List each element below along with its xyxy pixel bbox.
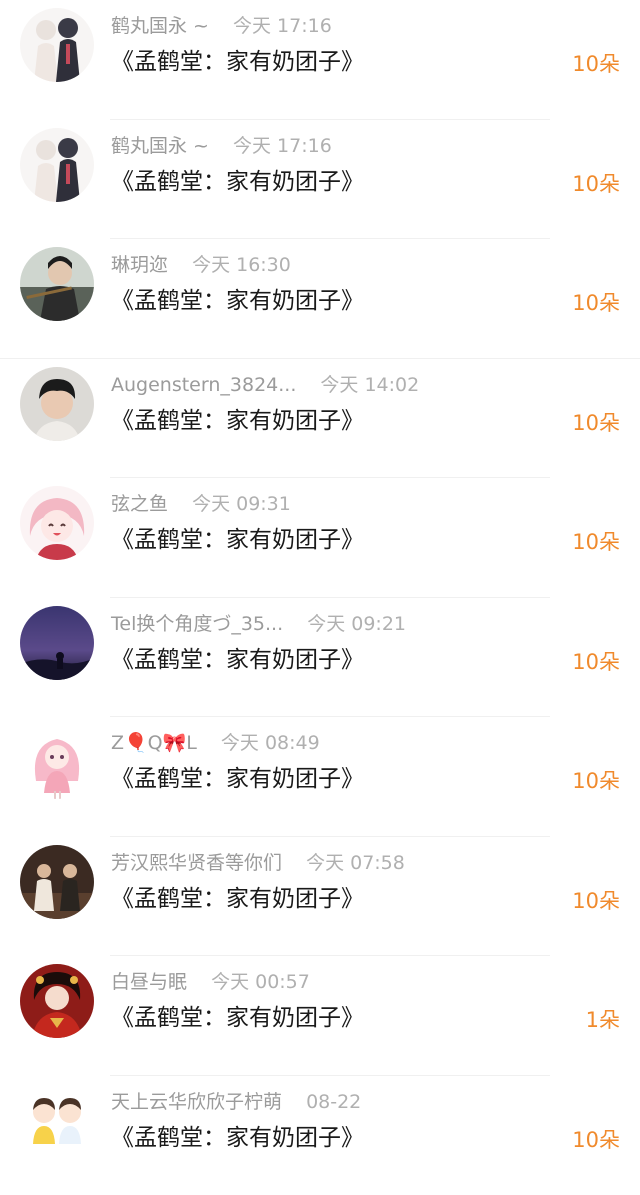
timestamp: 08-22 xyxy=(306,1088,361,1116)
list-item[interactable]: Tel换个角度づ_35... 今天 09:21 《孟鹤堂：家有奶团子》 10朵 xyxy=(0,598,640,718)
user-name[interactable]: 天上云华欣欣子柠萌 xyxy=(111,1088,282,1116)
flower-count: 10朵 xyxy=(572,885,620,917)
message-text[interactable]: 《孟鹤堂：家有奶团子》 xyxy=(111,1122,364,1154)
avatar[interactable] xyxy=(20,964,94,1038)
pink-anime-girl-avatar-icon xyxy=(20,486,94,560)
list-item[interactable]: Z🎈Q🎀L 今天 08:49 《孟鹤堂：家有奶团子》 10朵 xyxy=(0,717,640,837)
list-item[interactable]: 弦之鱼 今天 09:31 《孟鹤堂：家有奶团子》 10朵 xyxy=(0,478,640,598)
avatar[interactable] xyxy=(20,725,94,799)
flower-count: 10朵 xyxy=(572,48,620,80)
anime-duo-avatar-icon xyxy=(20,8,94,82)
list-item[interactable]: 天上云华欣欣子柠萌 08-22 《孟鹤堂：家有奶团子》 10朵 xyxy=(0,1076,640,1195)
user-name[interactable]: 鹤丸国永 ~ xyxy=(111,132,209,160)
timestamp: 今天 07:58 xyxy=(306,849,405,877)
boy-portrait-avatar-icon xyxy=(20,367,94,441)
avatar[interactable] xyxy=(20,247,94,321)
message-text[interactable]: 《孟鹤堂：家有奶团子》 xyxy=(111,644,364,676)
message-text[interactable]: 《孟鹤堂：家有奶团子》 xyxy=(111,405,364,437)
message-text[interactable]: 《孟鹤堂：家有奶团子》 xyxy=(111,285,364,317)
pink-chibi-avatar-icon xyxy=(20,725,94,799)
flower-count: 1朵 xyxy=(586,1004,620,1036)
user-name[interactable]: Z🎈Q🎀L xyxy=(111,729,197,757)
user-name[interactable]: 芳汉熙华贤香等你们 xyxy=(111,849,282,877)
user-name[interactable]: Tel换个角度づ_35... xyxy=(111,610,283,638)
user-name[interactable]: Augenstern_3824... xyxy=(111,371,296,399)
message-text[interactable]: 《孟鹤堂：家有奶团子》 xyxy=(111,524,364,556)
timestamp: 今天 17:16 xyxy=(233,12,332,40)
timestamp: 今天 00:57 xyxy=(211,968,310,996)
anime-duo-avatar-icon xyxy=(20,128,94,202)
list-item[interactable]: 鹤丸国永 ~ 今天 17:16 《孟鹤堂：家有奶团子》 10朵 xyxy=(0,120,640,240)
list-item[interactable]: 鹤丸国永 ~ 今天 17:16 《孟鹤堂：家有奶团子》 10朵 xyxy=(0,0,640,120)
timestamp: 今天 08:49 xyxy=(221,729,320,757)
flute-player-avatar-icon xyxy=(20,247,94,321)
cartoon-kids-avatar-icon xyxy=(20,1084,94,1158)
flower-count: 10朵 xyxy=(572,168,620,200)
gift-list: 鹤丸国永 ~ 今天 17:16 《孟鹤堂：家有奶团子》 10朵 鹤丸国永 ~ 今… xyxy=(0,0,640,1195)
list-item[interactable]: 白昼与眠 今天 00:57 《孟鹤堂：家有奶团子》 1朵 xyxy=(0,956,640,1076)
avatar[interactable] xyxy=(20,8,94,82)
flower-count: 10朵 xyxy=(572,407,620,439)
list-item[interactable]: 琳玥迩 今天 16:30 《孟鹤堂：家有奶团子》 10朵 xyxy=(0,239,640,359)
timestamp: 今天 14:02 xyxy=(320,371,419,399)
user-name[interactable]: 鹤丸国永 ~ xyxy=(111,12,209,40)
timestamp: 今天 09:31 xyxy=(192,490,291,518)
message-text[interactable]: 《孟鹤堂：家有奶团子》 xyxy=(111,883,364,915)
list-item[interactable]: 芳汉熙华贤香等你们 今天 07:58 《孟鹤堂：家有奶团子》 10朵 xyxy=(0,837,640,957)
timestamp: 今天 17:16 xyxy=(233,132,332,160)
user-name[interactable]: 弦之鱼 xyxy=(111,490,168,518)
red-costume-avatar-icon xyxy=(20,964,94,1038)
avatar[interactable] xyxy=(20,1084,94,1158)
timestamp: 今天 09:21 xyxy=(307,610,406,638)
stage-duo-avatar-icon xyxy=(20,845,94,919)
avatar[interactable] xyxy=(20,128,94,202)
flower-count: 10朵 xyxy=(572,765,620,797)
night-sky-avatar-icon xyxy=(20,606,94,680)
message-text[interactable]: 《孟鹤堂：家有奶团子》 xyxy=(111,46,364,78)
flower-count: 10朵 xyxy=(572,526,620,558)
message-text[interactable]: 《孟鹤堂：家有奶团子》 xyxy=(111,1002,364,1034)
list-item[interactable]: Augenstern_3824... 今天 14:02 《孟鹤堂：家有奶团子》 … xyxy=(0,359,640,479)
avatar[interactable] xyxy=(20,845,94,919)
flower-count: 10朵 xyxy=(572,287,620,319)
message-text[interactable]: 《孟鹤堂：家有奶团子》 xyxy=(111,166,364,198)
flower-count: 10朵 xyxy=(572,646,620,678)
timestamp: 今天 16:30 xyxy=(192,251,291,279)
avatar[interactable] xyxy=(20,367,94,441)
avatar[interactable] xyxy=(20,606,94,680)
user-name[interactable]: 琳玥迩 xyxy=(111,251,168,279)
message-text[interactable]: 《孟鹤堂：家有奶团子》 xyxy=(111,763,364,795)
avatar[interactable] xyxy=(20,486,94,560)
flower-count: 10朵 xyxy=(572,1124,620,1156)
user-name[interactable]: 白昼与眠 xyxy=(111,968,187,996)
